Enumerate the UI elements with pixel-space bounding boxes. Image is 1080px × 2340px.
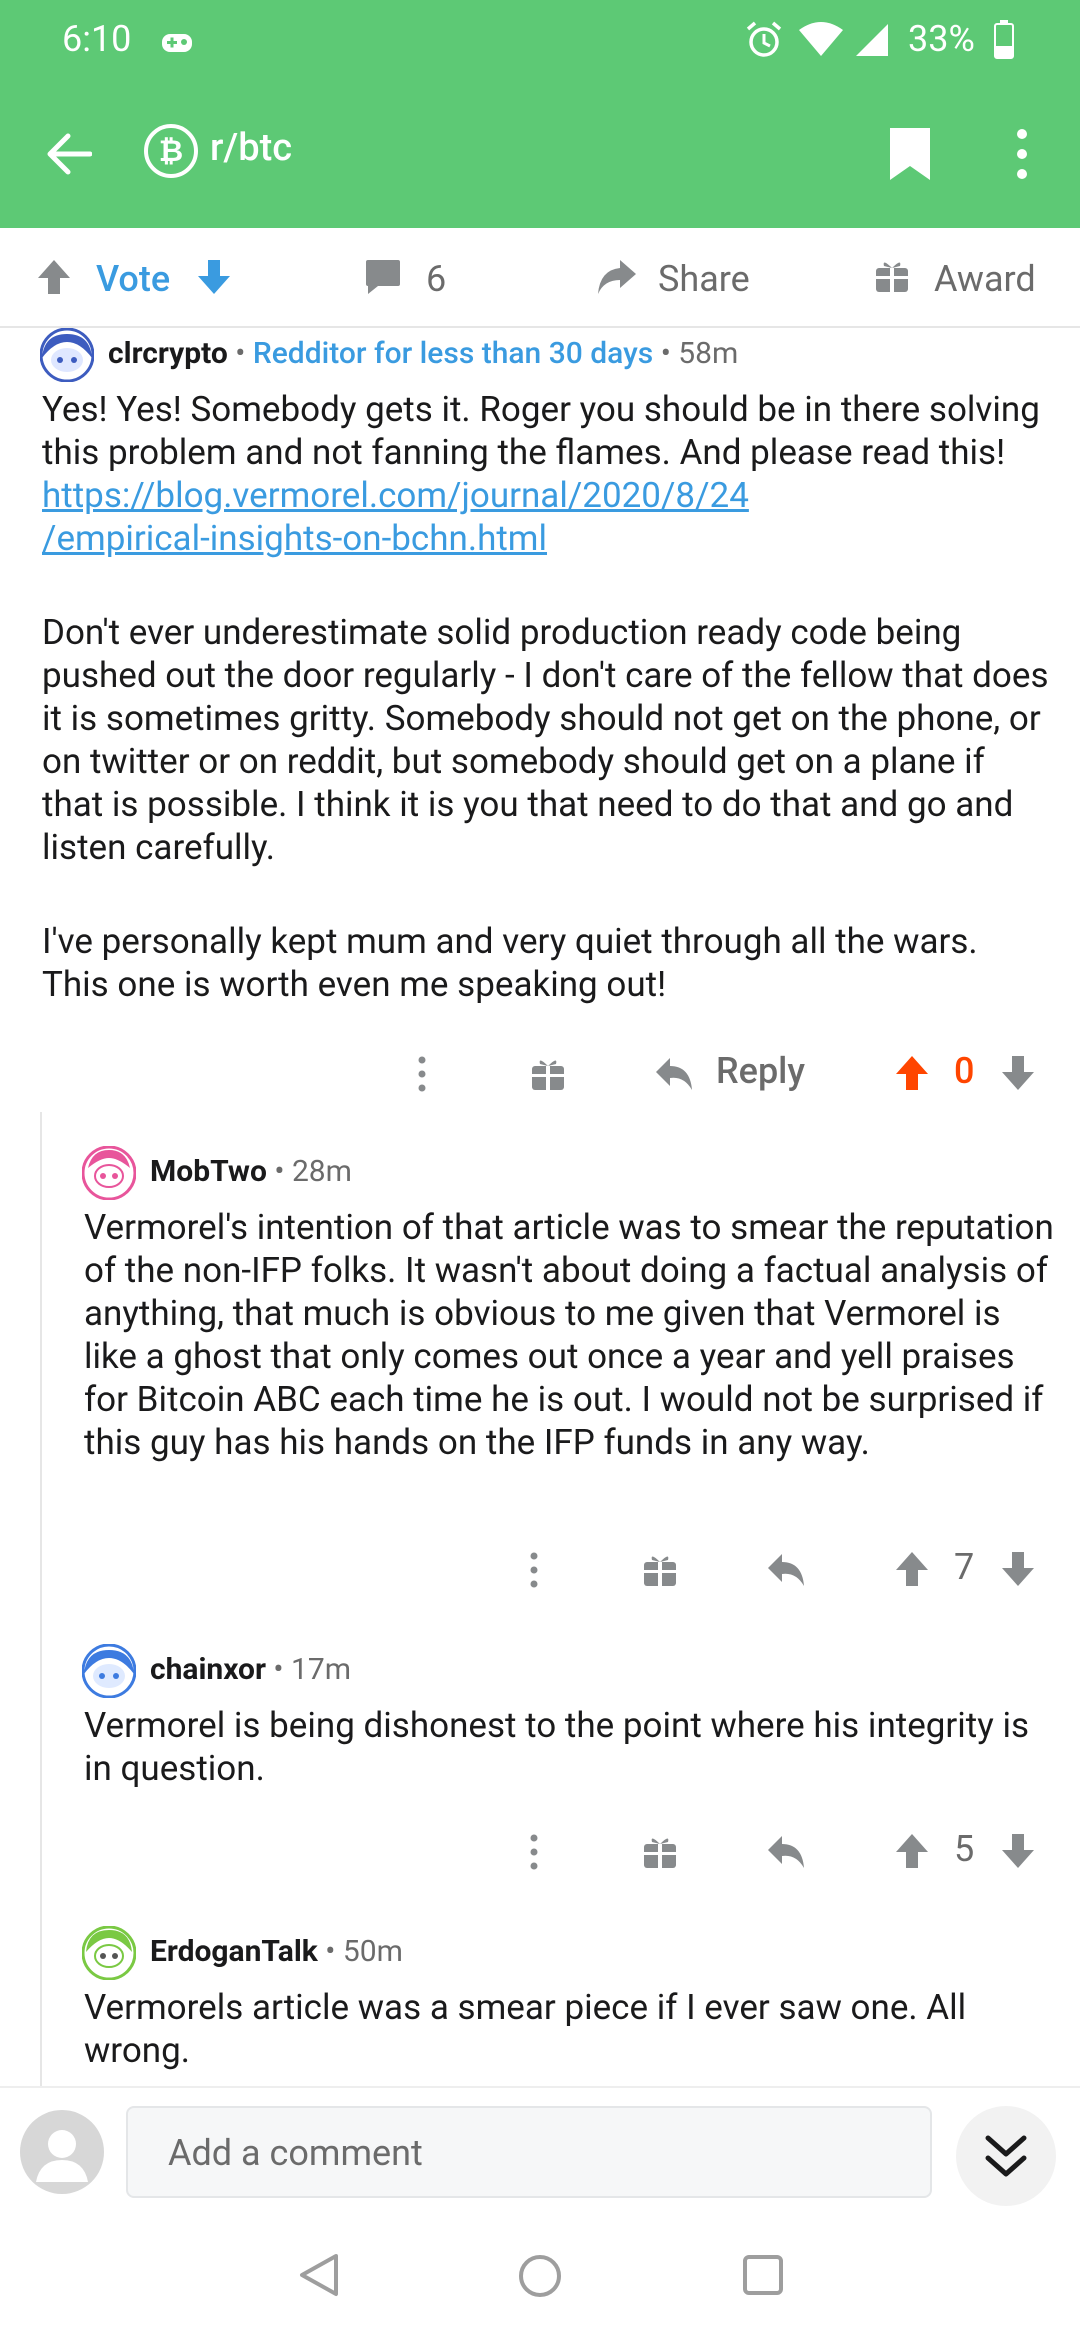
- status-bar: 6:10 33%: [0, 0, 1080, 80]
- battery-percent: 33%: [908, 18, 975, 60]
- nav-back-icon[interactable]: [298, 2252, 340, 2298]
- comment-author[interactable]: ErdoganTalk: [150, 1934, 318, 1969]
- article-link-continued[interactable]: /empirical-insights-on-bchn.html: [42, 518, 547, 559]
- article-link[interactable]: https://blog.vermorel.com/journal/2020/8…: [42, 475, 749, 516]
- avatar[interactable]: [40, 328, 94, 382]
- award-gift-icon[interactable]: [642, 1552, 678, 1588]
- separator-dot: •: [235, 336, 246, 371]
- award-label[interactable]: Award: [934, 258, 1036, 300]
- upvote-arrow-icon[interactable]: [894, 1832, 930, 1870]
- separator-dot: •: [274, 1154, 285, 1189]
- signal-icon: [856, 24, 888, 56]
- add-comment-placeholder: Add a comment: [168, 2132, 423, 2174]
- system-nav-bar: [0, 2210, 1080, 2340]
- double-chevron-down-icon: [985, 2135, 1027, 2177]
- reply-arrow-icon[interactable]: [766, 1834, 806, 1870]
- comment-score: 5: [954, 1828, 975, 1870]
- downvote-arrow-icon[interactable]: [1000, 1054, 1036, 1092]
- subreddit-name[interactable]: r/btc: [210, 126, 292, 170]
- separator-dot: •: [325, 1934, 336, 1969]
- back-arrow-icon[interactable]: [46, 132, 92, 176]
- more-options-icon[interactable]: [526, 1834, 542, 1870]
- comment-body: Vermorel is being dishonest to the point…: [84, 1705, 1030, 1789]
- comment-composer-bar: Add a comment: [0, 2086, 1080, 2212]
- collapse-thread-button[interactable]: [956, 2106, 1056, 2206]
- avatar[interactable]: [82, 1146, 136, 1200]
- comment-time: 17m: [290, 1652, 351, 1687]
- app-bar: ₿ r/btc: [0, 80, 1080, 228]
- more-vert-icon[interactable]: [1012, 128, 1032, 180]
- upvote-arrow-icon[interactable]: [36, 258, 72, 296]
- avatar[interactable]: [82, 1644, 136, 1698]
- comment-author[interactable]: MobTwo: [150, 1154, 267, 1189]
- comment-score: 0: [954, 1050, 975, 1092]
- more-options-icon[interactable]: [526, 1552, 542, 1588]
- comment-paragraph: Yes! Yes! Somebody gets it. Roger you sh…: [42, 389, 1040, 473]
- nav-recents-icon[interactable]: [742, 2254, 784, 2296]
- comment-time: 58m: [678, 336, 739, 371]
- downvote-arrow-icon[interactable]: [1000, 1832, 1036, 1870]
- more-options-icon[interactable]: [414, 1056, 430, 1092]
- nav-home-icon[interactable]: [518, 2254, 562, 2298]
- bitcoin-icon: ₿: [144, 124, 198, 178]
- comment-author[interactable]: chainxor: [150, 1652, 266, 1687]
- vote-label: Vote: [96, 258, 171, 300]
- avatar[interactable]: [82, 1926, 136, 1980]
- reply-arrow-icon[interactable]: [766, 1552, 806, 1588]
- add-comment-input[interactable]: Add a comment: [126, 2106, 932, 2198]
- award-gift-icon[interactable]: [642, 1834, 678, 1870]
- comment-body: Yes! Yes! Somebody gets it. Roger you sh…: [42, 388, 1052, 1006]
- reply-arrow-icon[interactable]: [654, 1056, 694, 1092]
- award-gift-icon[interactable]: [530, 1056, 566, 1092]
- comment-score: 7: [954, 1546, 975, 1588]
- alarm-icon: [746, 21, 782, 57]
- comment-body: Vermorel's intention of that article was…: [84, 1207, 1054, 1463]
- share-label[interactable]: Share: [658, 258, 750, 300]
- comment-bubble-icon[interactable]: [364, 258, 402, 296]
- battery-icon: [994, 20, 1014, 59]
- comments-count: 6: [426, 258, 447, 300]
- upvote-arrow-icon[interactable]: [894, 1550, 930, 1588]
- comment-time: 28m: [291, 1154, 352, 1189]
- author-flair: Redditor for less than 30 days: [252, 336, 654, 371]
- downvote-arrow-icon[interactable]: [196, 258, 232, 296]
- bookmark-icon[interactable]: [888, 126, 932, 182]
- separator-dot: •: [273, 1652, 284, 1687]
- upvote-arrow-icon[interactable]: [894, 1054, 930, 1092]
- comment-author[interactable]: clrcrypto: [108, 336, 228, 371]
- comment-paragraph: I've personally kept mum and very quiet …: [42, 921, 978, 1005]
- status-time: 6:10: [62, 18, 132, 60]
- gamepad-icon: [162, 34, 192, 52]
- post-action-bar: Vote 6 Share Award: [0, 228, 1080, 328]
- thread-indent-line: [40, 1112, 42, 2086]
- downvote-arrow-icon[interactable]: [1000, 1550, 1036, 1588]
- comment-body: Vermorels article was a smear piece if I…: [84, 1987, 967, 2071]
- reply-button[interactable]: Reply: [716, 1050, 805, 1092]
- separator-dot: •: [660, 336, 671, 371]
- share-icon[interactable]: [596, 258, 638, 296]
- comment-paragraph: Don't ever underestimate solid productio…: [42, 612, 1049, 868]
- wifi-icon: [799, 22, 843, 56]
- user-avatar-icon[interactable]: [20, 2110, 104, 2194]
- award-gift-icon[interactable]: [874, 258, 910, 294]
- comment-time: 50m: [342, 1934, 403, 1969]
